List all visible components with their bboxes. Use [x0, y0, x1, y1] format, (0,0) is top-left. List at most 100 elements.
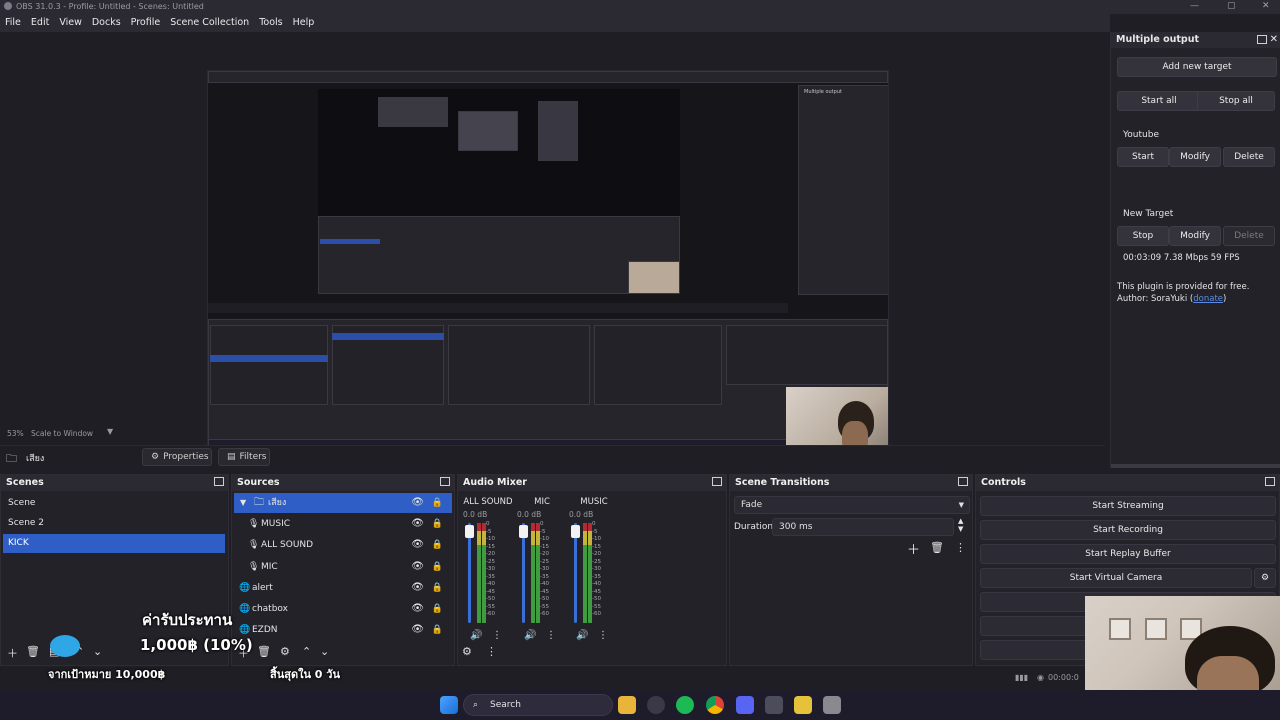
virtual-camera-settings-icon[interactable]: ⚙: [1254, 568, 1276, 588]
close-icon[interactable]: ✕: [1262, 1, 1270, 11]
eye-icon[interactable]: 👁: [411, 620, 424, 640]
source-row-all-sound[interactable]: 🎙 ALL SOUND 👁 🔒: [234, 535, 452, 555]
undock-icon[interactable]: [958, 477, 968, 486]
more-options-icon[interactable]: ⋮: [598, 630, 608, 641]
chevron-down-icon[interactable]: ▼: [240, 493, 246, 513]
app-icon[interactable]: [794, 696, 812, 714]
menu-help[interactable]: Help: [288, 14, 320, 32]
app-icon[interactable]: [765, 696, 783, 714]
add-scene-icon[interactable]: ＋: [7, 645, 18, 661]
eye-icon[interactable]: 👁: [411, 557, 424, 577]
menu-profile[interactable]: Profile: [126, 14, 166, 32]
volume-slider-handle[interactable]: [571, 525, 580, 538]
chevron-up-icon[interactable]: ⌃: [302, 645, 311, 658]
more-options-icon[interactable]: ⋮: [492, 630, 502, 641]
transition-select[interactable]: Fade ▼: [734, 496, 970, 514]
new-target-modify-button[interactable]: Modify: [1169, 226, 1221, 246]
obs-icon[interactable]: [647, 696, 665, 714]
menu-edit[interactable]: Edit: [26, 14, 54, 32]
lock-icon[interactable]: 🔒: [432, 535, 443, 555]
lock-icon[interactable]: 🔒: [432, 493, 443, 513]
menu-docks[interactable]: Docks: [87, 14, 126, 32]
discord-icon[interactable]: [736, 696, 754, 714]
duration-input[interactable]: 300 ms: [772, 518, 954, 536]
source-row-group[interactable]: ▼ 🗀 เสียง 👁 🔒: [234, 493, 452, 513]
volume-slider-handle[interactable]: [519, 525, 528, 538]
filters-button[interactable]: ▤ Filters: [218, 448, 270, 466]
eye-icon[interactable]: 👁: [411, 535, 424, 555]
lock-icon[interactable]: 🔒: [432, 620, 443, 640]
start-virtual-camera-button[interactable]: Start Virtual Camera: [980, 568, 1252, 588]
scale-mode[interactable]: Scale to Window: [31, 429, 93, 438]
scene-item-scene-2[interactable]: Scene 2: [3, 514, 225, 533]
speaker-icon[interactable]: 🔊: [470, 630, 482, 641]
volume-slider[interactable]: [468, 523, 471, 623]
app-icon[interactable]: [823, 696, 841, 714]
youtube-start-button[interactable]: Start: [1117, 147, 1169, 167]
source-row-mic[interactable]: 🎙 MIC 👁 🔒: [234, 557, 452, 577]
more-options-icon[interactable]: ⋮: [546, 630, 556, 641]
donate-link[interactable]: donate: [1193, 294, 1223, 304]
chrome-icon[interactable]: [706, 696, 724, 714]
lock-icon[interactable]: 🔒: [432, 599, 443, 619]
new-target-stop-button[interactable]: Stop: [1117, 226, 1169, 246]
taskbar-search[interactable]: ⌕ Search: [463, 694, 613, 716]
undock-icon[interactable]: [440, 477, 450, 486]
eye-icon[interactable]: 👁: [411, 599, 424, 619]
maximize-icon[interactable]: ▢: [1227, 1, 1236, 11]
chevron-down-icon[interactable]: ⌄: [320, 645, 329, 658]
source-row-ezdn[interactable]: 🌐 EZDN 👁 🔒: [234, 620, 452, 640]
source-row-music[interactable]: 🎙 MUSIC 👁 🔒: [234, 514, 452, 534]
more-options-icon[interactable]: ⋮: [955, 541, 966, 554]
more-options-icon[interactable]: ⋮: [486, 645, 497, 658]
undock-icon[interactable]: [214, 477, 224, 486]
eye-icon[interactable]: 👁: [411, 514, 424, 534]
stepper-arrows-icon[interactable]: ▲ ▼: [958, 517, 963, 533]
file-explorer-icon[interactable]: [618, 696, 636, 714]
scene-item-scene[interactable]: Scene: [3, 494, 225, 513]
zoom-level[interactable]: 53%: [7, 429, 24, 438]
preview-area[interactable]: Multiple output: [0, 32, 1095, 454]
preview-canvas[interactable]: Multiple output: [207, 70, 889, 454]
windows-start-icon[interactable]: [440, 696, 458, 714]
undock-icon[interactable]: [1265, 477, 1275, 486]
add-transition-icon[interactable]: ＋: [907, 539, 920, 558]
close-icon[interactable]: ✕: [1270, 32, 1278, 48]
eye-icon[interactable]: 👁: [411, 493, 424, 513]
add-new-target-button[interactable]: Add new target: [1117, 57, 1277, 77]
trash-icon[interactable]: 🗑: [930, 541, 944, 554]
source-row-chatbox[interactable]: 🌐 chatbox 👁 🔒: [234, 599, 452, 619]
trash-icon[interactable]: 🗑: [26, 645, 40, 658]
menu-file[interactable]: File: [0, 14, 26, 32]
lock-icon[interactable]: 🔒: [432, 578, 443, 598]
lock-icon[interactable]: 🔒: [432, 514, 443, 534]
speaker-icon[interactable]: 🔊: [524, 630, 536, 641]
undock-icon[interactable]: [1257, 35, 1267, 44]
start-replay-buffer-button[interactable]: Start Replay Buffer: [980, 544, 1276, 564]
start-recording-button[interactable]: Start Recording: [980, 520, 1276, 540]
stop-all-button[interactable]: Stop all: [1197, 91, 1275, 111]
volume-slider-handle[interactable]: [465, 525, 474, 538]
youtube-modify-button[interactable]: Modify: [1169, 147, 1221, 167]
menu-tools[interactable]: Tools: [254, 14, 287, 32]
start-streaming-button[interactable]: Start Streaming: [980, 496, 1276, 516]
eye-icon[interactable]: 👁: [411, 578, 424, 598]
chevron-down-icon[interactable]: ▼: [107, 427, 113, 436]
scrollbar[interactable]: [1111, 464, 1280, 468]
minimize-icon[interactable]: —: [1190, 1, 1199, 11]
start-all-button[interactable]: Start all: [1117, 91, 1201, 111]
gear-icon[interactable]: ⚙: [280, 645, 290, 658]
trash-icon[interactable]: 🗑: [257, 645, 271, 658]
advanced-audio-icon[interactable]: ⚙: [462, 645, 472, 658]
speaker-icon[interactable]: 🔊: [576, 630, 588, 641]
spotify-icon[interactable]: [676, 696, 694, 714]
scene-item-kick[interactable]: KICK: [3, 534, 225, 553]
lock-icon[interactable]: 🔒: [432, 557, 443, 577]
undock-icon[interactable]: [712, 477, 722, 486]
chevron-down-icon[interactable]: ⌄: [93, 645, 102, 658]
volume-slider[interactable]: [522, 523, 525, 623]
source-row-alert[interactable]: 🌐 alert 👁 🔒: [234, 578, 452, 598]
menu-view[interactable]: View: [54, 14, 87, 32]
volume-slider[interactable]: [574, 523, 577, 623]
menu-scene-collection[interactable]: Scene Collection: [165, 14, 254, 32]
